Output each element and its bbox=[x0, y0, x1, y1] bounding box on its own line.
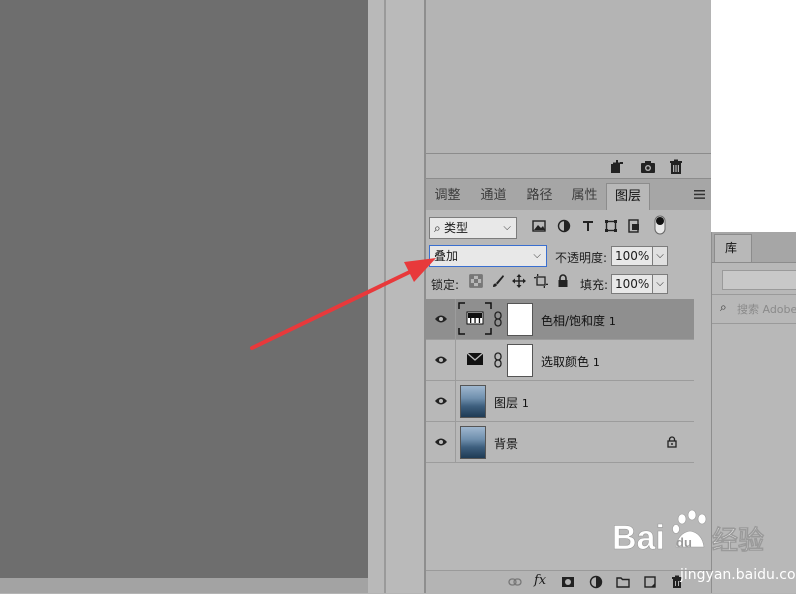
svg-text:du: du bbox=[676, 535, 692, 550]
watermark-url: jingyan.baidu.com bbox=[680, 567, 796, 583]
watermark: Bai du 经验 jingyan.baidu.com bbox=[612, 505, 796, 591]
baidu-logo: Bai du 经验 bbox=[612, 509, 764, 557]
svg-text:Bai: Bai bbox=[612, 519, 665, 557]
svg-text:经验: 经验 bbox=[712, 525, 764, 556]
